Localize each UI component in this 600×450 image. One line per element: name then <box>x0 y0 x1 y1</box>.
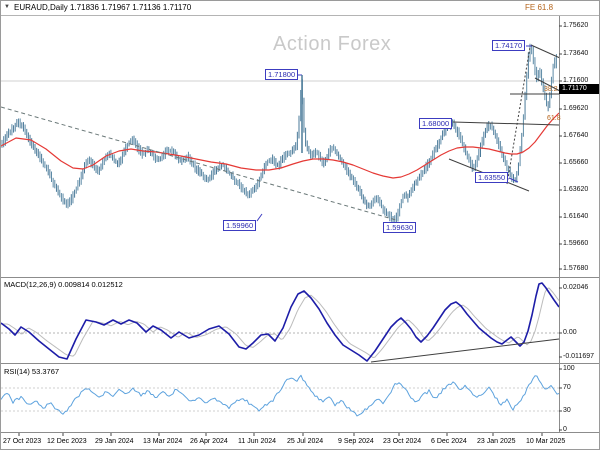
chart-canvas[interactable] <box>1 1 600 450</box>
price-annotation-171800[interactable]: 1.71800 <box>265 69 299 80</box>
price-annotation-168000[interactable]: 1.68000 <box>419 118 453 129</box>
price-annotation-174170[interactable]: 1.74170 <box>492 40 526 51</box>
title-bar: ▼ EURAUD,Daily 1.71836 1.71967 1.71136 1… <box>1 1 599 16</box>
price-annotation-163550[interactable]: 1.63550 <box>475 172 509 183</box>
symbol-ohlc-title: EURAUD,Daily 1.71836 1.71967 1.71136 1.7… <box>14 3 192 12</box>
price-annotation-159960[interactable]: 1.59960 <box>223 220 257 231</box>
price-annotation-159630[interactable]: 1.59630 <box>383 222 417 233</box>
chart-window: ▼ EURAUD,Daily 1.71836 1.71967 1.71136 1… <box>0 0 600 450</box>
fe-retracement-label: FE 61.8 <box>525 3 554 12</box>
collapse-triangle-icon[interactable]: ▼ <box>4 4 10 10</box>
